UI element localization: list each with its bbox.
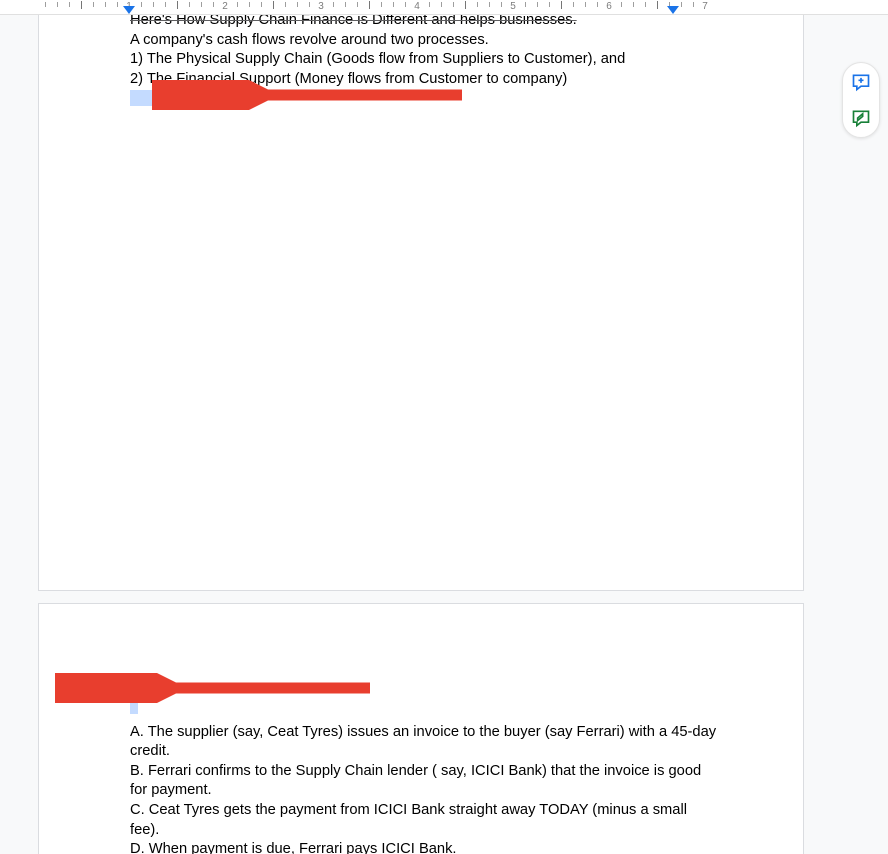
right-indent-marker[interactable] <box>667 6 679 14</box>
ruler-number: 6 <box>606 1 612 12</box>
suggest-edits-button[interactable] <box>850 107 872 129</box>
text-line[interactable]: A. The supplier (say, Ceat Tyres) issues… <box>130 723 720 762</box>
text-line[interactable]: Here's How Supply Chain Finance is Diffe… <box>130 15 720 31</box>
ruler-number: 2 <box>222 1 228 12</box>
annotation-arrow-top <box>152 80 472 110</box>
ruler-number: 4 <box>414 1 420 12</box>
page2-text-block[interactable]: A. The supplier (say, Ceat Tyres) issues… <box>130 698 720 854</box>
document-canvas: Here's How Supply Chain Finance is Diffe… <box>0 15 888 854</box>
ruler-number: 5 <box>510 1 516 12</box>
text-line[interactable]: A company's cash flows revolve around tw… <box>130 31 720 51</box>
text-line[interactable]: C. Ceat Tyres gets the payment from ICIC… <box>130 801 720 840</box>
text-line[interactable]: 1) The Physical Supply Chain (Goods flow… <box>130 50 720 70</box>
ruler-number: 7 <box>702 1 708 12</box>
add-comment-button[interactable] <box>850 71 872 93</box>
text-line[interactable]: D. When payment is due, Ferrari pays ICI… <box>130 840 720 854</box>
left-indent-marker[interactable] <box>123 6 135 14</box>
annotation-arrow-bottom <box>50 673 380 703</box>
ruler-number: 3 <box>318 1 324 12</box>
text-line[interactable]: B. Ferrari confirms to the Supply Chain … <box>130 762 720 801</box>
comment-toolbar <box>842 62 880 138</box>
document-page-2[interactable]: A. The supplier (say, Ceat Tyres) issues… <box>38 603 804 854</box>
